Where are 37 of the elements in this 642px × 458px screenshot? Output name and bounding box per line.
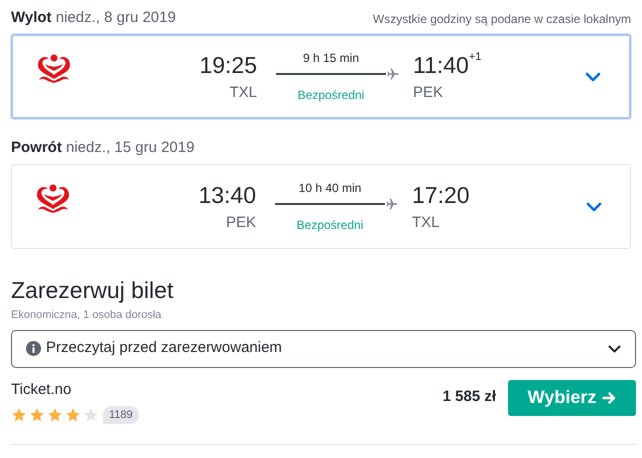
departure-time: 19:25 (199, 50, 257, 78)
day-offset: +1 (468, 50, 482, 62)
star-icon (65, 406, 81, 423)
arrival-time: 17:20 (412, 180, 470, 208)
arrival-time: 11:40 (413, 50, 469, 78)
chevron-down-icon[interactable] (585, 72, 601, 82)
leg-heading: Powrót niedz., 15 gru 2019 (11, 138, 194, 158)
airport-code: PEK (226, 212, 256, 232)
notice-dropdown[interactable]: Przeczytaj przed zarezerwowaniem (11, 330, 636, 368)
stops-label: Bezpośredni (296, 87, 366, 104)
flight-duration: 9 h 15 min (302, 50, 360, 67)
star-icon (11, 406, 27, 423)
ticket-price: 1 585 zł (442, 387, 496, 408)
provider-name: Ticket.no (11, 380, 72, 400)
review-count: 1189 (103, 406, 139, 424)
plane-icon (386, 198, 398, 210)
airline-logo-icon (36, 52, 72, 82)
flight-duration: 10 h 40 min (298, 180, 362, 197)
passenger-info: Ekonomiczna, 1 osoba dorosła (11, 308, 162, 323)
star-icon (83, 406, 99, 423)
leg-heading: Wylot niedz., 8 gru 2019 (11, 8, 176, 28)
airport-code: TXL (229, 82, 257, 102)
timezone-note: Wszystkie godziny są podane w czasie lokalnym (372, 11, 631, 28)
info-icon (26, 341, 41, 356)
section-title: Zarezerwuj bilet (11, 276, 174, 305)
flight-card[interactable]: 13:40 PEK 10 h 40 min Bezpośredni 17:20 TXL (11, 164, 631, 249)
chevron-down-icon[interactable] (586, 202, 602, 212)
airline-logo-icon (35, 182, 71, 212)
star-icon (47, 406, 63, 423)
chevron-down-icon (608, 344, 621, 352)
airport-code: PEK (413, 82, 444, 102)
departure-time: 13:40 (198, 180, 256, 208)
plane-icon (387, 68, 399, 80)
star-icon (29, 406, 45, 423)
arrow-right-icon (602, 390, 616, 404)
airport-code: TXL (412, 212, 440, 232)
stops-label: Bezpośredni (296, 217, 364, 234)
